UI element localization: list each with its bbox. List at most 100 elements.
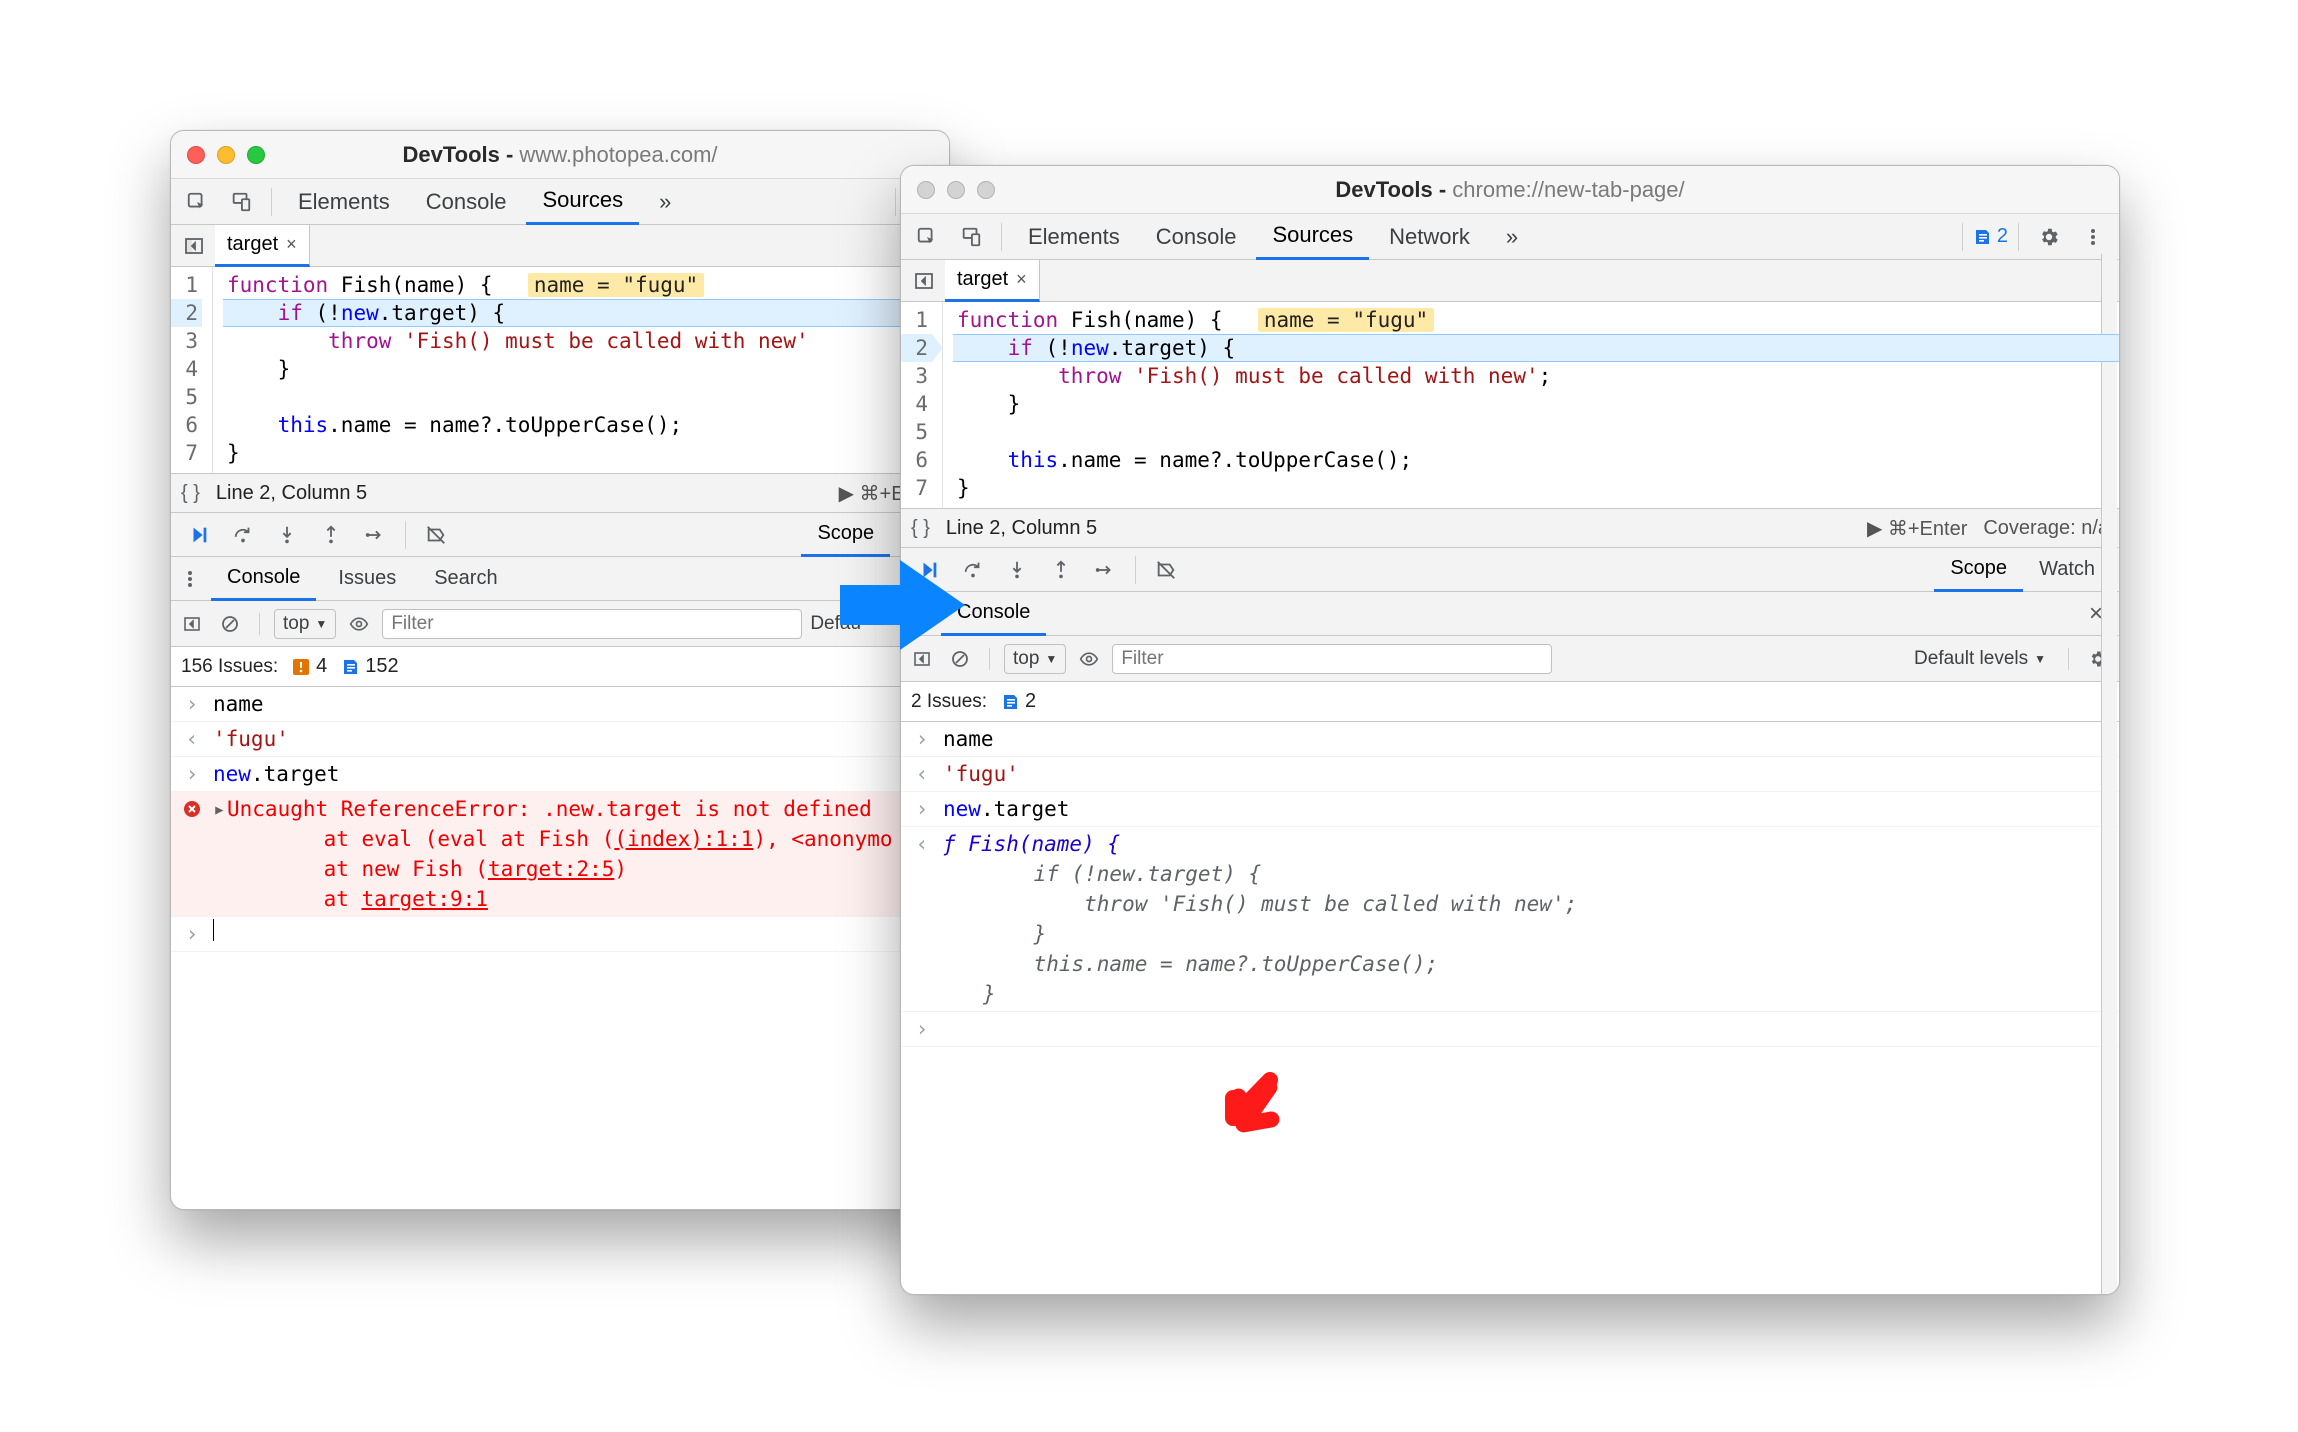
step-out-icon[interactable] — [311, 515, 351, 555]
titlebar-left: DevTools - www.photopea.com/ — [171, 131, 949, 179]
tab-elements[interactable]: Elements — [282, 179, 406, 225]
expand-icon[interactable]: ▸ — [213, 794, 227, 824]
issues-summary[interactable]: 2 Issues: 2 — [901, 682, 2119, 722]
drawer-menu-icon[interactable] — [905, 594, 935, 634]
pretty-print-icon[interactable]: { } — [181, 482, 200, 505]
inspect-element-icon[interactable] — [907, 217, 947, 257]
deactivate-breakpoints-icon[interactable] — [416, 515, 456, 555]
step-into-icon[interactable] — [997, 550, 1037, 590]
tab-elements[interactable]: Elements — [1012, 214, 1136, 260]
sources-subtabs: target × — [171, 225, 949, 267]
cursor-position: Line 2, Column 5 — [216, 482, 367, 505]
resume-icon[interactable] — [179, 515, 219, 555]
console-input-row: new.target — [901, 792, 2119, 827]
tab-more[interactable]: » — [643, 179, 687, 225]
result-icon — [911, 829, 933, 859]
console-output-row: ƒ Fish(name) { if (!new.target) { throw … — [901, 827, 2119, 1011]
context-selector[interactable]: top▼ — [1004, 644, 1066, 674]
console-output-row: 'fugu' — [901, 757, 2119, 792]
console-filter[interactable] — [1112, 644, 1552, 674]
title-url: chrome://new-tab-page/ — [1452, 177, 1684, 202]
scope-tab[interactable]: Scope — [1934, 548, 2023, 592]
settings-icon[interactable] — [2029, 217, 2069, 257]
file-tab-target[interactable]: target × — [945, 260, 1040, 302]
tab-more[interactable]: » — [1490, 214, 1534, 260]
clear-console-icon[interactable] — [215, 604, 245, 644]
editor-status-bar: { } Line 2, Column 5 ▶ ⌘+Enter Coverage:… — [901, 508, 2119, 548]
tab-network[interactable]: Network — [1373, 214, 1486, 260]
drawer-menu-icon[interactable] — [175, 559, 205, 599]
navigator-toggle-icon[interactable] — [177, 226, 211, 266]
deactivate-breakpoints-icon[interactable] — [1146, 550, 1186, 590]
console-filter-input[interactable] — [1112, 644, 1552, 674]
close-tab-icon[interactable]: × — [286, 234, 297, 255]
tab-console[interactable]: Console — [1140, 214, 1253, 260]
editor-code[interactable]: function Fish(name) { name = "fugu" if (… — [943, 302, 2119, 508]
console-sidebar-toggle-icon[interactable] — [177, 604, 207, 644]
stack-link[interactable]: target:9:1 — [362, 887, 488, 911]
kebab-menu-icon[interactable] — [2073, 217, 2113, 257]
info-count-badge[interactable]: 2 — [1973, 225, 2008, 248]
drawer-tab-console[interactable]: Console — [941, 592, 1046, 636]
tab-console[interactable]: Console — [410, 179, 523, 225]
drawer-tab-console[interactable]: Console — [211, 557, 316, 601]
issues-summary[interactable]: 156 Issues: 4 152 — [171, 647, 949, 687]
editor-code[interactable]: function Fish(name) { name = "fugu" if (… — [213, 267, 949, 473]
log-levels[interactable]: Defau — [810, 613, 861, 635]
device-toggle-icon[interactable] — [221, 182, 261, 222]
file-tab-target[interactable]: target × — [215, 225, 310, 267]
file-tab-label: target — [957, 268, 1008, 291]
console-caret[interactable] — [213, 919, 214, 941]
step-over-icon[interactable] — [953, 550, 993, 590]
pretty-print-icon[interactable]: { } — [911, 517, 930, 540]
stack-link[interactable]: (index):1:1 — [614, 827, 753, 851]
console-error-row: ▸Uncaught ReferenceError: .new.target is… — [171, 792, 949, 917]
run-hint: ▶ ⌘+Enter — [1867, 516, 1967, 541]
live-expression-icon[interactable] — [344, 604, 374, 644]
drawer-header: Console Issues Search — [171, 557, 949, 601]
close-tab-icon[interactable]: × — [1016, 269, 1027, 290]
console-filter-input[interactable] — [382, 609, 802, 639]
console-prompt-row[interactable] — [901, 1011, 2119, 1047]
live-expression-icon[interactable] — [1074, 639, 1104, 679]
debugger-toolbar: Scope Wat — [171, 513, 949, 557]
console-output-text: 'fugu' — [943, 759, 1019, 789]
prompt-icon — [911, 1014, 933, 1044]
step-icon[interactable] — [355, 515, 395, 555]
editor-status-bar: { } Line 2, Column 5 ▶ ⌘+Enter — [171, 473, 949, 513]
clear-console-icon[interactable] — [945, 639, 975, 679]
navigator-toggle-icon[interactable] — [907, 261, 941, 301]
device-toggle-icon[interactable] — [951, 217, 991, 257]
context-selector[interactable]: top▼ — [274, 609, 336, 639]
window-title: DevTools - www.photopea.com/ — [171, 142, 949, 168]
debugger-toolbar: Scope Watch — [901, 548, 2119, 592]
editor-gutter: 1234567 — [171, 267, 213, 473]
console-input-text: name — [943, 724, 994, 754]
tab-sources[interactable]: Sources — [526, 179, 639, 225]
console-sidebar-toggle-icon[interactable] — [907, 639, 937, 679]
title-url: www.photopea.com/ — [519, 142, 717, 167]
issues-label: 2 Issues: — [911, 691, 987, 713]
step-over-icon[interactable] — [223, 515, 263, 555]
title-prefix: DevTools - — [402, 142, 519, 167]
source-editor[interactable]: 1234567 function Fish(name) { name = "fu… — [171, 267, 949, 473]
console-output[interactable]: name 'fugu' new.target ƒ Fish(name) { if… — [901, 722, 2119, 1047]
drawer-tab-issues[interactable]: Issues — [322, 557, 412, 601]
console-filter[interactable] — [382, 609, 802, 639]
console-prompt-row[interactable] — [171, 917, 949, 952]
console-output[interactable]: name 'fugu' new.target ▸Uncaught Referen… — [171, 687, 949, 952]
console-input-text: new.target — [943, 794, 1069, 824]
tab-sources[interactable]: Sources — [1256, 214, 1369, 260]
step-icon[interactable] — [1085, 550, 1125, 590]
step-out-icon[interactable] — [1041, 550, 1081, 590]
scope-tab[interactable]: Scope — [801, 513, 890, 557]
stack-link[interactable]: target:2:5 — [488, 857, 614, 881]
drawer-tab-search[interactable]: Search — [418, 557, 513, 601]
log-levels[interactable]: Default levels▼ — [1906, 645, 2054, 673]
watch-tab[interactable]: Watch — [2023, 548, 2111, 592]
prompt-icon — [181, 919, 203, 949]
source-editor[interactable]: 1234567 function Fish(name) { name = "fu… — [901, 302, 2119, 508]
inspect-element-icon[interactable] — [177, 182, 217, 222]
resume-icon[interactable] — [909, 550, 949, 590]
step-into-icon[interactable] — [267, 515, 307, 555]
